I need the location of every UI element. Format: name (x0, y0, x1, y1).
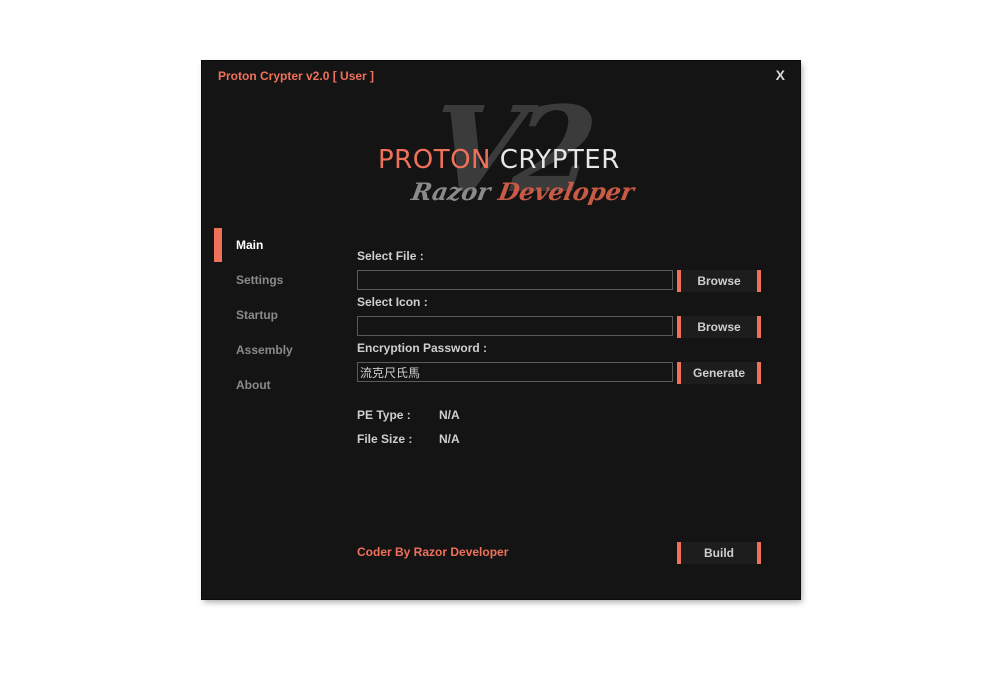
encryption-password-label: Encryption Password : (357, 341, 488, 355)
pe-type-value: N/A (439, 408, 460, 422)
select-icon-input[interactable] (357, 316, 673, 336)
logo-word-crypter: CRYPTER (499, 145, 620, 175)
logo-word-proton: PROTON (378, 145, 492, 175)
sidebar-item-startup[interactable]: Startup (236, 308, 278, 322)
app-window: Proton Crypter v2.0 [ User ] X V2 PROTON… (202, 61, 800, 599)
window-title: Proton Crypter v2.0 [ User ] (218, 69, 375, 83)
browse-file-button[interactable]: Browse (677, 270, 761, 292)
sidebar-item-assembly[interactable]: Assembly (236, 343, 293, 357)
logo-subtitle: Razor Developer (409, 177, 636, 206)
file-size-value: N/A (439, 432, 460, 446)
file-size-label: File Size : (357, 432, 413, 446)
sidebar-item-about[interactable]: About (236, 378, 271, 392)
select-file-input[interactable] (357, 270, 673, 290)
logo-title: PROTON CRYPTER (378, 145, 620, 175)
select-icon-label: Select Icon : (357, 295, 428, 309)
logo-sub-razor: Razor (409, 177, 493, 206)
generate-password-button[interactable]: Generate (677, 362, 761, 384)
browse-icon-button[interactable]: Browse (677, 316, 761, 338)
sidebar-item-settings[interactable]: Settings (236, 273, 283, 287)
encryption-password-input[interactable] (357, 362, 673, 382)
nav-active-indicator (214, 228, 222, 262)
close-button[interactable]: X (776, 67, 785, 83)
pe-type-label: PE Type : (357, 408, 411, 422)
select-file-label: Select File : (357, 249, 424, 263)
logo-sub-developer: Developer (496, 177, 637, 206)
sidebar-item-main[interactable]: Main (236, 238, 263, 252)
app-logo: V2 PROTON CRYPTER Razor Developer (372, 80, 642, 219)
build-button[interactable]: Build (677, 542, 761, 564)
coder-credit: Coder By Razor Developer (357, 545, 509, 559)
